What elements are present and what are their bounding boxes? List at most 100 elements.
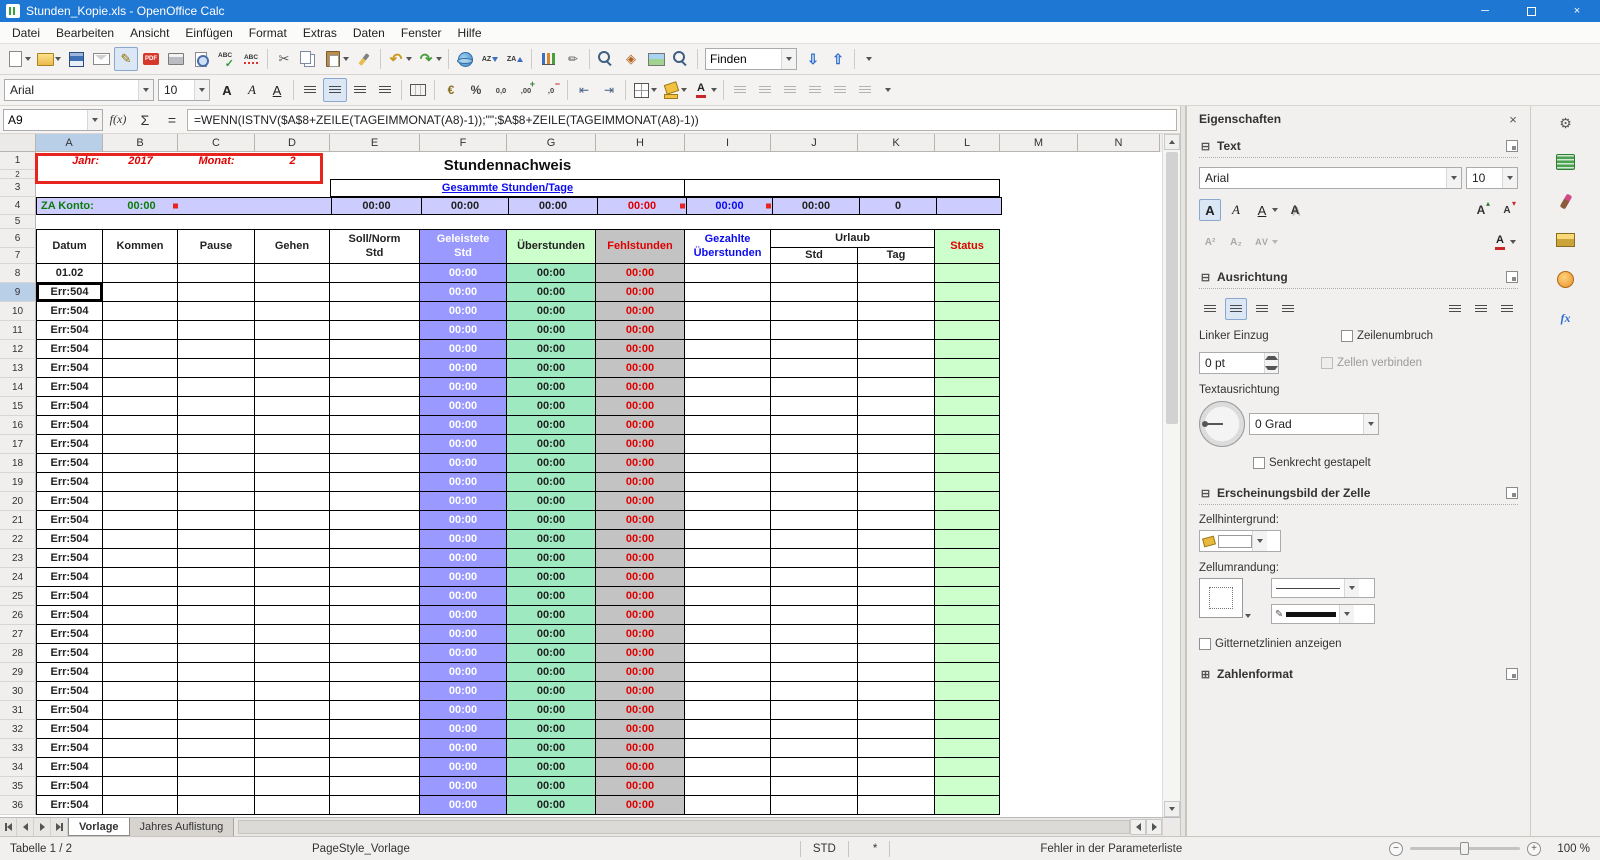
- find-input[interactable]: [706, 52, 781, 66]
- cut-button[interactable]: [272, 47, 296, 71]
- italic-button[interactable]: [240, 78, 264, 102]
- cell-A9[interactable]: Err:504: [36, 283, 103, 302]
- toolbar-overflow-button[interactable]: [880, 78, 896, 102]
- cell-F15[interactable]: 00:00: [420, 397, 507, 416]
- align-justify-button[interactable]: [373, 78, 397, 102]
- cell-J22[interactable]: [771, 530, 858, 549]
- cell-H19[interactable]: 00:00: [596, 473, 685, 492]
- cell-B24[interactable]: [103, 568, 178, 587]
- cell-D25[interactable]: [255, 587, 330, 606]
- row-header-9[interactable]: 9: [0, 283, 36, 302]
- cell-A31[interactable]: Err:504: [36, 701, 103, 720]
- cell-L20[interactable]: [935, 492, 1000, 511]
- cell-F34[interactable]: 00:00: [420, 758, 507, 777]
- superscript-button[interactable]: [1199, 231, 1221, 253]
- row-header-2[interactable]: 2: [0, 170, 36, 179]
- cell-J10[interactable]: [771, 302, 858, 321]
- cell-C8[interactable]: [178, 264, 255, 283]
- cell-I19[interactable]: [685, 473, 771, 492]
- cell-B8[interactable]: [103, 264, 178, 283]
- cell-J36[interactable]: [771, 796, 858, 815]
- increase-indent-button[interactable]: [597, 78, 621, 102]
- cell-C32[interactable]: [178, 720, 255, 739]
- cell-F33[interactable]: 00:00: [420, 739, 507, 758]
- cell-C27[interactable]: [178, 625, 255, 644]
- cell-E29[interactable]: [330, 663, 420, 682]
- column-header-G[interactable]: G: [507, 134, 596, 152]
- next-sheet-button[interactable]: [34, 818, 51, 836]
- add-decimal-button[interactable]: [514, 78, 538, 102]
- cell-J13[interactable]: [771, 359, 858, 378]
- cell-H20[interactable]: 00:00: [596, 492, 685, 511]
- cell-F14[interactable]: 00:00: [420, 378, 507, 397]
- cell-J14[interactable]: [771, 378, 858, 397]
- decrease-indent-button[interactable]: [572, 78, 596, 102]
- cell-C17[interactable]: [178, 435, 255, 454]
- menu-ansicht[interactable]: Ansicht: [122, 23, 177, 43]
- cell-L9[interactable]: [935, 283, 1000, 302]
- column-header-A[interactable]: A: [36, 134, 103, 152]
- row-header-18[interactable]: 18: [0, 454, 36, 473]
- background-color-dropdown-icon[interactable]: [681, 88, 687, 92]
- cell-D9[interactable]: [255, 283, 330, 302]
- navigator-button[interactable]: [619, 47, 643, 71]
- cell-J4[interactable]: 00:00: [772, 198, 859, 214]
- name-box-dropdown-icon[interactable]: [87, 109, 102, 130]
- cell-E14[interactable]: [330, 378, 420, 397]
- cell-G22[interactable]: 00:00: [507, 530, 596, 549]
- cell-A33[interactable]: Err:504: [36, 739, 103, 758]
- border-preset-picker[interactable]: [1199, 578, 1243, 618]
- cell-J8[interactable]: [771, 264, 858, 283]
- cell-K33[interactable]: [858, 739, 935, 758]
- cell-H23[interactable]: 00:00: [596, 549, 685, 568]
- header-fehlstunden[interactable]: Fehlstunden: [596, 229, 685, 264]
- find-combobox[interactable]: [705, 48, 797, 70]
- menu-fenster[interactable]: Fenster: [393, 23, 450, 43]
- cell-I35[interactable]: [685, 777, 771, 796]
- rotation-degrees-dropdown-icon[interactable]: [1363, 414, 1378, 434]
- cell-H31[interactable]: 00:00: [596, 701, 685, 720]
- border-line-style-picker[interactable]: [1271, 578, 1375, 598]
- cell-I3[interactable]: [685, 179, 1000, 197]
- expand-number-format-icon[interactable]: [1199, 668, 1212, 681]
- delete-decimal-button[interactable]: [539, 78, 563, 102]
- export-pdf-button[interactable]: [139, 47, 163, 71]
- cell-I29[interactable]: [685, 663, 771, 682]
- cell-J16[interactable]: [771, 416, 858, 435]
- sheet-tab-vorlage[interactable]: Vorlage: [68, 818, 130, 836]
- auto-spellcheck-button[interactable]: [239, 47, 263, 71]
- cell-A30[interactable]: Err:504: [36, 682, 103, 701]
- character-spacing-dropdown-icon[interactable]: [1272, 240, 1278, 244]
- cell-G14[interactable]: 00:00: [507, 378, 596, 397]
- cell-B20[interactable]: [103, 492, 178, 511]
- header-urlaub-std[interactable]: Std: [771, 248, 858, 263]
- row-header-31[interactable]: 31: [0, 701, 36, 720]
- cell-F22[interactable]: 00:00: [420, 530, 507, 549]
- edit-file-button[interactable]: [114, 47, 138, 71]
- merge-cells-button[interactable]: [406, 78, 430, 102]
- text-more-options-button[interactable]: [1506, 140, 1518, 152]
- cell-E10[interactable]: [330, 302, 420, 321]
- cell-J23[interactable]: [771, 549, 858, 568]
- cell-B16[interactable]: [103, 416, 178, 435]
- cell-E22[interactable]: [330, 530, 420, 549]
- cell-G4[interactable]: 00:00: [508, 198, 597, 214]
- cell-L26[interactable]: [935, 606, 1000, 625]
- cell-A4[interactable]: ZA Konto:: [37, 198, 104, 214]
- cell-L31[interactable]: [935, 701, 1000, 720]
- cell-F19[interactable]: 00:00: [420, 473, 507, 492]
- cell-A36[interactable]: Err:504: [36, 796, 103, 815]
- cell-J27[interactable]: [771, 625, 858, 644]
- wrap-text-button[interactable]: [803, 78, 827, 102]
- cell-B35[interactable]: [103, 777, 178, 796]
- cell-A23[interactable]: Err:504: [36, 549, 103, 568]
- cell-E12[interactable]: [330, 340, 420, 359]
- header-ueberstunden[interactable]: Überstunden: [507, 229, 596, 264]
- header-urlaub[interactable]: Urlaub Std Tag: [771, 229, 935, 264]
- cell-B17[interactable]: [103, 435, 178, 454]
- cell-A27[interactable]: Err:504: [36, 625, 103, 644]
- line-style-dropdown-icon[interactable]: [1344, 579, 1359, 597]
- align-right-button[interactable]: [348, 78, 372, 102]
- sidebar-font-size-combobox[interactable]: 10: [1466, 167, 1518, 189]
- cell-I33[interactable]: [685, 739, 771, 758]
